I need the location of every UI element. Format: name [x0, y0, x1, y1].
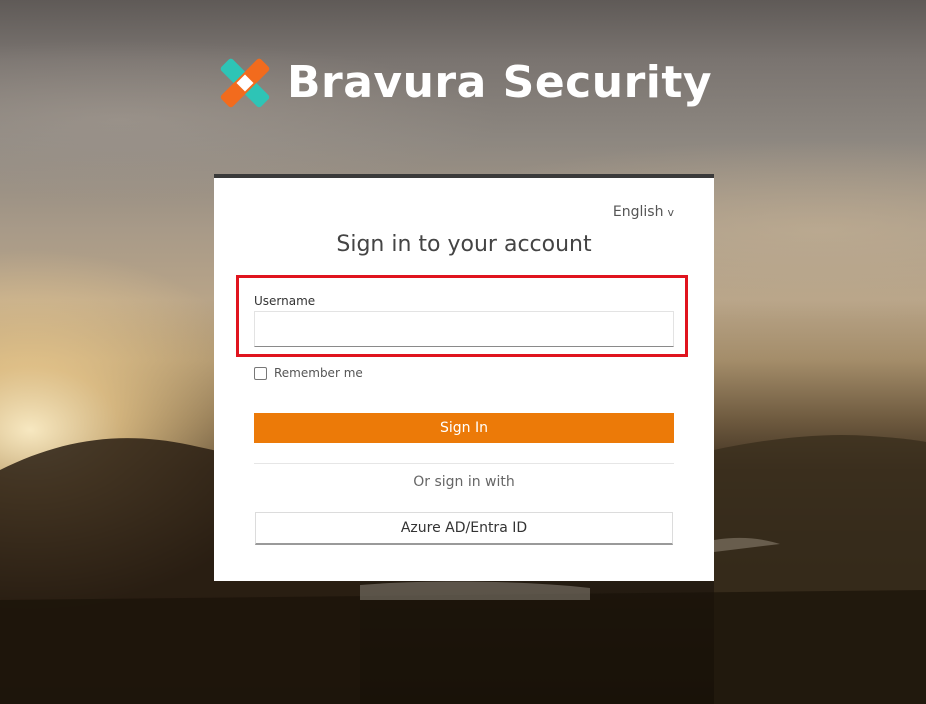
brand-logo: Bravura Security — [213, 50, 712, 116]
signin-card: English v Sign in to your account Usernam… — [214, 174, 714, 581]
language-selector[interactable]: English v — [613, 204, 674, 220]
divider — [254, 463, 674, 464]
chevron-down-icon: v — [667, 206, 674, 219]
bravura-logo-icon — [220, 58, 270, 108]
username-input[interactable] — [254, 311, 674, 347]
remember-me[interactable]: Remember me — [254, 366, 363, 380]
username-label: Username — [254, 294, 316, 308]
brand-name: Bravura Security — [287, 57, 713, 108]
page-title: Sign in to your account — [336, 232, 592, 257]
azure-ad-button[interactable]: Azure AD/Entra ID — [255, 512, 673, 545]
sign-in-button[interactable]: Sign In — [254, 413, 674, 443]
language-label: English — [612, 204, 664, 220]
remember-me-label: Remember me — [274, 366, 363, 380]
remember-me-checkbox[interactable] — [254, 366, 267, 380]
or-sign-in-with-text: Or sign in with — [413, 474, 515, 490]
